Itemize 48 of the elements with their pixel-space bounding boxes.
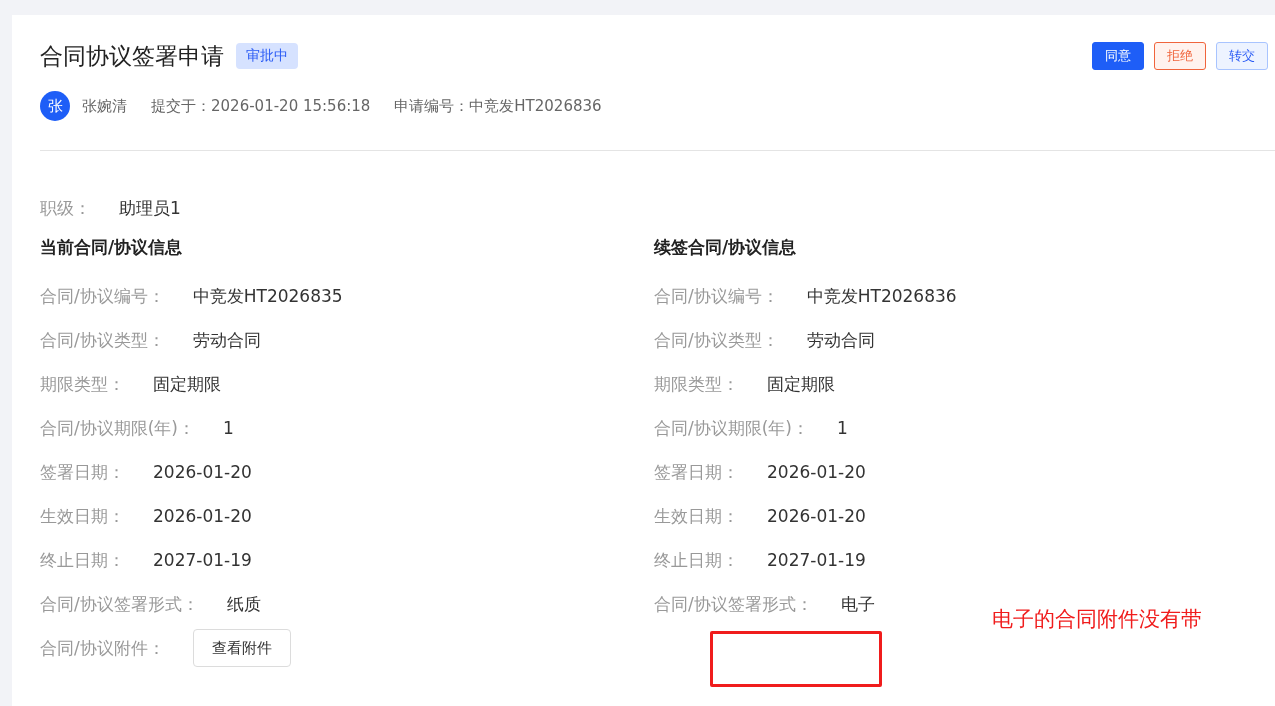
field-label: 合同/协议附件： xyxy=(40,636,165,660)
field-value: 固定期限 xyxy=(153,372,221,396)
view-attachment-button[interactable]: 查看附件 xyxy=(192,629,291,667)
field-label: 终止日期： xyxy=(40,548,125,572)
field-label: 合同/协议签署形式： xyxy=(40,592,199,616)
field-value: 助理员1 xyxy=(119,196,181,220)
field-label: 合同/协议编号： xyxy=(40,284,165,308)
field-value: 劳动合同 xyxy=(192,328,261,352)
applicant-name: 张婉清 xyxy=(82,96,127,116)
page-title: 合同协议签署申请 xyxy=(40,41,224,71)
field-value: 2026-01-20 xyxy=(767,462,866,482)
action-button[interactable]: 转交 xyxy=(1216,42,1268,70)
field-label: 合同/协议期限(年)： xyxy=(40,416,195,440)
field-value: 中竞发HT2026835 xyxy=(192,284,343,308)
field-value: 固定期限 xyxy=(767,372,835,396)
field-value: 2027-01-19 xyxy=(767,550,866,570)
action-button[interactable]: 同意 xyxy=(1092,42,1144,70)
field-value: 中竞发HT2026836 xyxy=(806,284,957,308)
field-value: 2026-01-20 xyxy=(153,506,252,526)
field-value: 1 xyxy=(837,418,848,438)
field-label: 合同/协议签署形式： xyxy=(654,592,813,616)
avatar: 张 xyxy=(40,91,70,121)
field-label: 生效日期： xyxy=(40,504,125,528)
field-label: 生效日期： xyxy=(654,504,739,528)
field-label: 期限类型： xyxy=(654,372,739,396)
action-button[interactable]: 拒绝 xyxy=(1154,42,1206,70)
field-label: 职级： xyxy=(40,196,91,220)
field-label: 合同/协议类型： xyxy=(654,328,779,352)
field-value: 纸质 xyxy=(226,592,261,616)
request-number: 申请编号：中竞发HT2026836 xyxy=(394,96,602,116)
annotation-note: 电子的合同附件没有带 xyxy=(992,606,1202,633)
field-label: 合同/协议期限(年)： xyxy=(654,416,809,440)
field-value: 1 xyxy=(223,418,234,438)
field-label: 签署日期： xyxy=(40,460,125,484)
field-value: 电子 xyxy=(840,592,875,616)
field-label: 合同/协议类型： xyxy=(40,328,165,352)
field-value: 2026-01-20 xyxy=(153,462,252,482)
section-title: 续签合同/协议信息 xyxy=(654,235,798,259)
section-title: 当前合同/协议信息 xyxy=(40,235,184,259)
field-value: 劳动合同 xyxy=(806,328,875,352)
field-value: 2026-01-20 xyxy=(767,506,866,526)
field-label: 终止日期： xyxy=(654,548,739,572)
field-label: 合同/协议编号： xyxy=(654,284,779,308)
submitted-time: 提交于：2026-01-20 15:56:18 xyxy=(151,96,371,116)
field-label: 期限类型： xyxy=(40,372,125,396)
status-badge: 审批中 xyxy=(236,43,298,69)
field-value: 2027-01-19 xyxy=(153,550,252,570)
field-label: 签署日期： xyxy=(654,460,739,484)
